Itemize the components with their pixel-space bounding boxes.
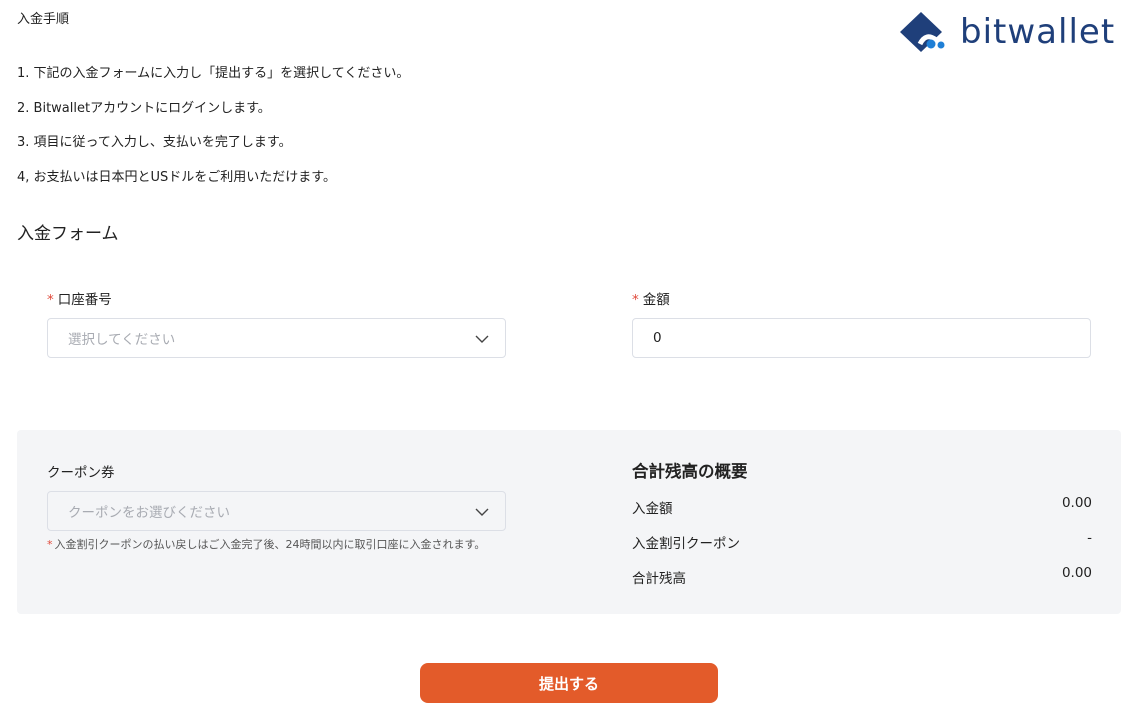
summary-row-label: 入金割引クーポン xyxy=(632,536,740,552)
amount-label-text: 金額 xyxy=(642,292,670,308)
required-mark: * xyxy=(47,292,54,308)
account-label: * 口座番号 xyxy=(47,288,112,308)
chevron-down-icon xyxy=(475,508,489,516)
summary-row-label: 入金額 xyxy=(632,501,673,517)
summary-row-label: 合計残高 xyxy=(632,571,686,587)
amount-input-value: 0 xyxy=(653,330,662,346)
summary-row-value: - xyxy=(1087,530,1092,546)
summary-row-value: 0.00 xyxy=(1061,565,1092,581)
account-select[interactable]: 選択してください xyxy=(47,318,506,358)
deposit-steps: 1. 下記の入金フォームに入力し「提出する」を選択してください。 2. Bitw… xyxy=(17,64,409,202)
submit-button[interactable]: 提出する xyxy=(420,663,718,703)
step-item: 4, お支払いは日本円とUSドルをご利用いただけます。 xyxy=(17,169,337,185)
summary-title: 合計残高の概要 xyxy=(632,462,748,481)
step-item: 2. Bitwalletアカウントにログインします。 xyxy=(17,100,271,116)
amount-input[interactable]: 0 xyxy=(632,318,1091,358)
step-item: 3. 項目に従って入力し、支払いを完了します。 xyxy=(17,135,292,150)
coupon-select-placeholder: クーポンをお選びください xyxy=(68,505,230,521)
required-mark: * xyxy=(632,292,639,308)
bitwallet-logo: bitwallet xyxy=(900,10,1122,56)
chevron-down-icon xyxy=(475,335,489,343)
required-mark: * xyxy=(47,538,53,551)
step-item: 1. 下記の入金フォームに入力し「提出する」を選択してください。 xyxy=(17,66,410,81)
bitwallet-logo-text: bitwallet xyxy=(960,12,1116,52)
bitwallet-logo-icon xyxy=(900,12,954,52)
summary-row-value: 0.00 xyxy=(1061,495,1092,511)
coupon-label: クーポン券 xyxy=(47,465,115,481)
account-select-placeholder: 選択してください xyxy=(68,332,176,348)
amount-label: * 金額 xyxy=(632,288,670,308)
page-title: 入金手順 xyxy=(17,12,70,27)
coupon-select[interactable]: クーポンをお選びください xyxy=(47,491,506,531)
form-title: 入金フォーム xyxy=(17,224,119,244)
account-label-text: 口座番号 xyxy=(57,292,112,308)
coupon-note-text: 入金割引クーポンの払い戻しはご入金完了後、24時間以内に取引口座に入金されます。 xyxy=(54,538,486,551)
coupon-note: * 入金割引クーポンの払い戻しはご入金完了後、24時間以内に取引口座に入金されます… xyxy=(47,537,517,552)
